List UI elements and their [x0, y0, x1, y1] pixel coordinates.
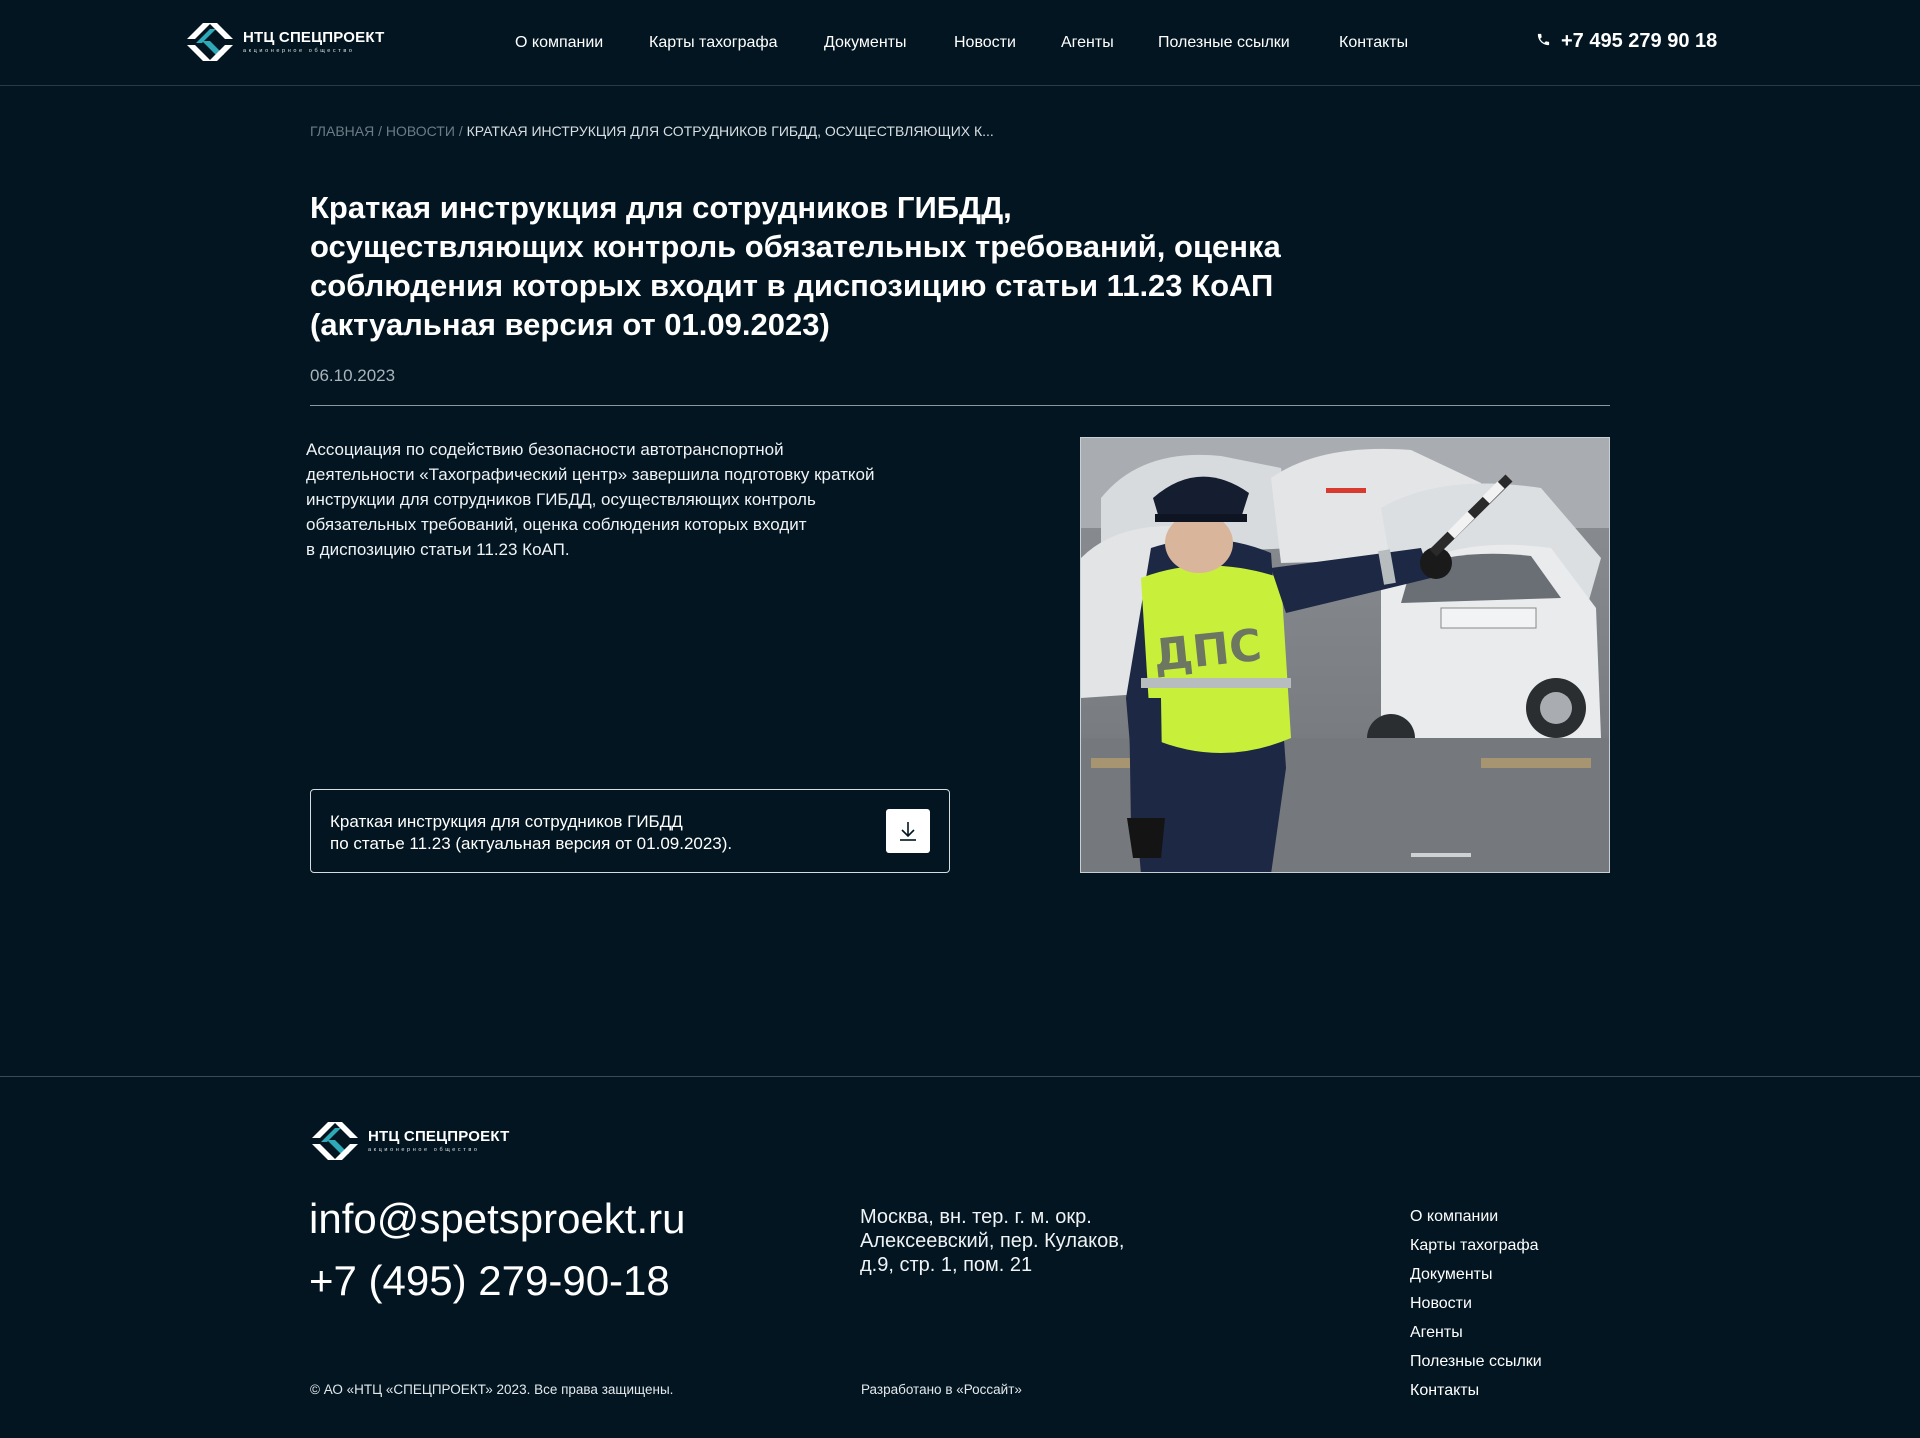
footer-logo[interactable]: НТЦ СПЕЦПРОЕКТ акционерное общество — [309, 1116, 509, 1166]
page-title: Краткая инструкция для сотрудников ГИБДД… — [310, 188, 1370, 344]
nav-item-contacts[interactable]: Контакты — [1339, 33, 1408, 53]
logo-text: НТЦ СПЕЦПРОЕКТ акционерное общество — [368, 1129, 509, 1154]
header-phone-number: +7 495 279 90 18 — [1561, 30, 1718, 52]
footer-nav-about[interactable]: О компании — [1410, 1202, 1630, 1231]
title-line: осуществляющих контроль обязательных тре… — [310, 229, 1281, 264]
footer-divider — [0, 1076, 1920, 1077]
nav-item-about[interactable]: О компании — [515, 33, 603, 53]
breadcrumb-separator: / — [458, 123, 463, 139]
footer-phone-link[interactable]: +7 (495) 279-90-18 — [309, 1256, 670, 1306]
body-line: инструкции для сотрудников ГИБДД, осущес… — [306, 490, 816, 509]
breadcrumb-current: КРАТКАЯ ИНСТРУКЦИЯ ДЛЯ СОТРУДНИКОВ ГИБДД… — [466, 123, 994, 139]
nav-item-tachograph-cards[interactable]: Карты тахографа — [649, 33, 778, 53]
attachment-line: по статье 11.23 (актуальная версия от 01… — [330, 834, 733, 853]
nav-item-documents[interactable]: Документы — [824, 33, 906, 53]
nav-item-agents[interactable]: Агенты — [1061, 33, 1114, 53]
title-line: (актуальная версия от 01.09.2023) — [310, 307, 830, 342]
footer-nav-documents[interactable]: Документы — [1410, 1260, 1630, 1289]
breadcrumb-separator: / — [378, 123, 382, 139]
footer-nav-contacts[interactable]: Контакты — [1410, 1376, 1630, 1405]
body-line: Ассоциация по содействию безопасности ав… — [306, 440, 784, 459]
nav-item-useful-links[interactable]: Полезные ссылки — [1158, 33, 1290, 53]
download-icon — [900, 822, 916, 841]
article-image: ДПС — [1080, 437, 1610, 873]
attachment-title: Краткая инструкция для сотрудников ГИБДД… — [330, 811, 870, 855]
nav-item-news[interactable]: Новости — [954, 33, 1016, 53]
logo-subtitle: акционерное общество — [368, 1146, 480, 1153]
download-button[interactable] — [886, 809, 930, 853]
logo-icon — [312, 1122, 358, 1160]
developer-credit-link[interactable]: Разработано в «Россайт» — [861, 1382, 1022, 1397]
footer-address: Москва, вн. тер. г. м. окр. Алексеевский… — [860, 1205, 1220, 1277]
address-line: Алексеевский, пер. Кулаков, — [860, 1230, 1125, 1252]
footer-nav-news[interactable]: Новости — [1410, 1289, 1630, 1318]
footer-nav: О компании Карты тахографа Документы Нов… — [1410, 1202, 1630, 1405]
article-body: Ассоциация по содействию безопасности ав… — [306, 437, 966, 562]
body-line: в диспозицию статьи 11.23 КоАП. — [306, 540, 570, 559]
footer-nav-tachograph-cards[interactable]: Карты тахографа — [1410, 1231, 1630, 1260]
title-line: соблюдения которых входит в диспозицию с… — [310, 268, 1274, 303]
breadcrumb-home[interactable]: ГЛАВНАЯ — [310, 123, 374, 139]
article-date: 06.10.2023 — [310, 366, 396, 385]
body-line: деятельности «Тахографический центр» зав… — [306, 465, 875, 484]
title-line: Краткая инструкция для сотрудников ГИБДД… — [310, 190, 1012, 225]
document-attachment[interactable]: Краткая инструкция для сотрудников ГИБДД… — [310, 789, 950, 873]
logo-title: НТЦ СПЕЦПРОЕКТ — [368, 1127, 510, 1145]
address-line: д.9, стр. 1, пом. 21 — [860, 1254, 1033, 1276]
header-phone-link[interactable]: +7 495 279 90 18 — [1536, 30, 1717, 53]
footer-nav-agents[interactable]: Агенты — [1410, 1318, 1630, 1347]
divider — [310, 405, 1610, 406]
attachment-line: Краткая инструкция для сотрудников ГИБДД — [330, 812, 683, 831]
breadcrumb: ГЛАВНАЯ / НОВОСТИ / КРАТКАЯ ИНСТРУКЦИЯ Д… — [310, 122, 994, 140]
site-header: НТЦ СПЕЦПРОЕКТ акционерное общество О ко… — [0, 0, 1920, 86]
breadcrumb-news[interactable]: НОВОСТИ — [386, 123, 455, 139]
body-line: обязательных требований, оценка соблюден… — [306, 515, 807, 534]
footer-email-link[interactable]: info@spetsproekt.ru — [309, 1194, 685, 1244]
address-line: Москва, вн. тер. г. м. окр. — [860, 1206, 1092, 1228]
copyright: © АО «НТЦ «СПЕЦПРОЕКТ» 2023. Все права з… — [310, 1382, 674, 1397]
traffic-officer-illustration: ДПС — [1081, 438, 1609, 872]
phone-icon — [1536, 30, 1551, 53]
footer-nav-useful-links[interactable]: Полезные ссылки — [1410, 1347, 1630, 1376]
